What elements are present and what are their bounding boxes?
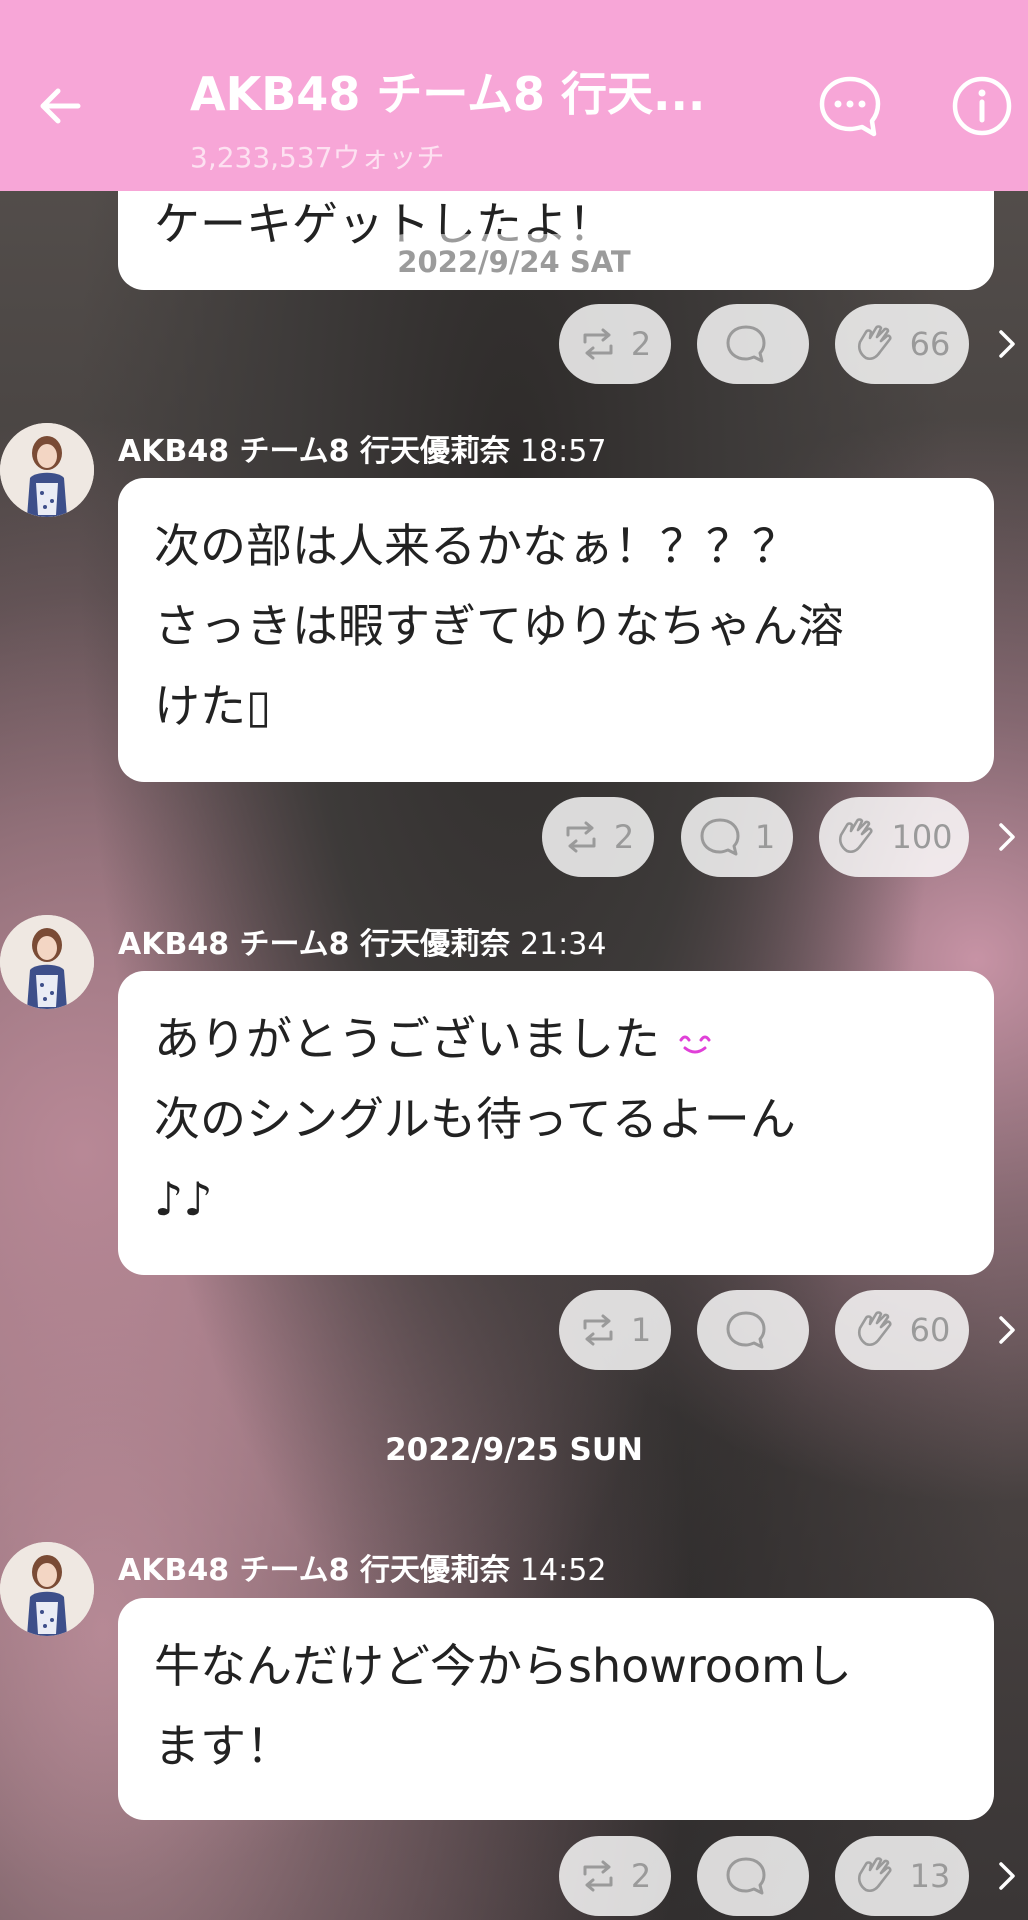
clap-icon	[857, 1857, 892, 1893]
sender-label: AKB48 チーム8 行天優莉奈	[118, 1553, 510, 1588]
avatar-image	[0, 423, 94, 517]
comment-button[interactable]: 1	[681, 797, 793, 877]
chevron-right-icon	[999, 823, 1015, 851]
repost-button[interactable]: 1	[559, 1290, 671, 1370]
repost-button[interactable]: 2	[559, 1836, 671, 1916]
back-button[interactable]	[22, 68, 98, 144]
message-time: 14:52	[519, 1553, 607, 1588]
clap-icon	[857, 1311, 892, 1347]
more-chevron[interactable]	[992, 817, 1022, 857]
message-bubble: ありがとうございました 次のシングルも待ってるよーん ♪♪	[118, 971, 994, 1275]
chevron-right-icon	[999, 330, 1015, 358]
message-line: 牛なんだけど今からshowroomし	[154, 1639, 852, 1693]
repost-button[interactable]: 2	[559, 304, 671, 384]
date-chip: 2022/9/24 SAT	[378, 234, 650, 290]
page-title: AKB48 チーム8 行天...	[190, 67, 706, 121]
watch-count: 3,233,537ウォッチ	[190, 141, 445, 174]
smile-emoji	[679, 1035, 711, 1053]
clap-icon	[839, 818, 873, 854]
clap-count: 13	[909, 1857, 951, 1895]
repost-icon	[583, 328, 613, 360]
info-icon	[952, 76, 1012, 136]
info-button[interactable]	[944, 68, 1020, 144]
repost-icon	[566, 821, 596, 853]
repost-icon	[583, 1314, 613, 1346]
comment-icon	[726, 1311, 766, 1349]
clap-button[interactable]: 66	[835, 304, 969, 384]
repost-count: 2	[630, 325, 652, 363]
sender-label: AKB48 チーム8 行天優莉奈	[118, 434, 510, 469]
comment-button[interactable]	[697, 1836, 809, 1916]
message-bubble: 牛なんだけど今からshowroomし ます！	[118, 1598, 994, 1820]
chat-bubble-icon	[819, 76, 881, 137]
sender-name: AKB48 チーム8 行天優莉奈 21:34	[118, 919, 606, 963]
more-chevron[interactable]	[992, 1310, 1022, 1350]
avatar[interactable]	[0, 1542, 94, 1636]
clap-button[interactable]: 100	[819, 797, 969, 877]
message-line: けた▯	[154, 679, 272, 733]
comment-icon	[700, 818, 740, 856]
clap-count: 66	[909, 325, 951, 363]
repost-icon	[583, 1860, 613, 1892]
message-line-text: ありがとうございました	[154, 1012, 660, 1066]
message-line: ♪♪	[154, 1172, 213, 1226]
arrow-left-icon	[40, 88, 81, 124]
message-line: さっきは暇すぎてゆりなちゃん溶	[154, 599, 844, 653]
repost-button[interactable]: 2	[542, 797, 654, 877]
avatar-image	[0, 1542, 94, 1636]
app-bar: AKB48 チーム8 行天... 3,233,537ウォッチ	[0, 0, 1028, 191]
message-bubble: 次の部は人来るかなぁ！？？？ さっきは暇すぎてゆりなちゃん溶 けた▯	[118, 478, 994, 782]
repost-count: 2	[613, 818, 635, 856]
more-chevron[interactable]	[992, 324, 1022, 364]
repost-count: 1	[630, 1311, 652, 1349]
sender-name: AKB48 チーム8 行天優莉奈 18:57	[118, 426, 606, 470]
message-line: ありがとうございました	[154, 999, 958, 1079]
message-time: 21:34	[519, 927, 607, 962]
more-chevron[interactable]	[992, 1856, 1022, 1896]
chat-button[interactable]	[812, 68, 888, 144]
clap-count: 60	[909, 1311, 951, 1349]
chevron-right-icon	[999, 1316, 1015, 1344]
chevron-right-icon	[999, 1862, 1015, 1890]
clap-button[interactable]: 13	[835, 1836, 969, 1916]
sender-name: AKB48 チーム8 行天優莉奈 14:52	[118, 1545, 606, 1589]
clap-count: 100	[891, 818, 953, 856]
repost-count: 2	[630, 1857, 652, 1895]
avatar[interactable]	[0, 423, 94, 517]
message-line: 次の部は人来るかなぁ！？？？	[154, 519, 798, 573]
avatar[interactable]	[0, 915, 94, 1009]
clap-icon	[857, 325, 892, 361]
comment-button[interactable]	[697, 304, 809, 384]
sender-label: AKB48 チーム8 行天優莉奈	[118, 927, 510, 962]
message-line: 次のシングルも待ってるよーん	[154, 1092, 796, 1146]
comment-button[interactable]	[697, 1290, 809, 1370]
date-separator: 2022/9/25 SUN	[385, 1432, 643, 1468]
clap-button[interactable]: 60	[835, 1290, 969, 1370]
comment-icon	[726, 325, 766, 363]
comment-count: 1	[754, 818, 776, 856]
message-time: 18:57	[519, 434, 607, 469]
comment-icon	[726, 1857, 766, 1895]
avatar-image	[0, 915, 94, 1009]
message-line: ます！	[154, 1719, 292, 1773]
